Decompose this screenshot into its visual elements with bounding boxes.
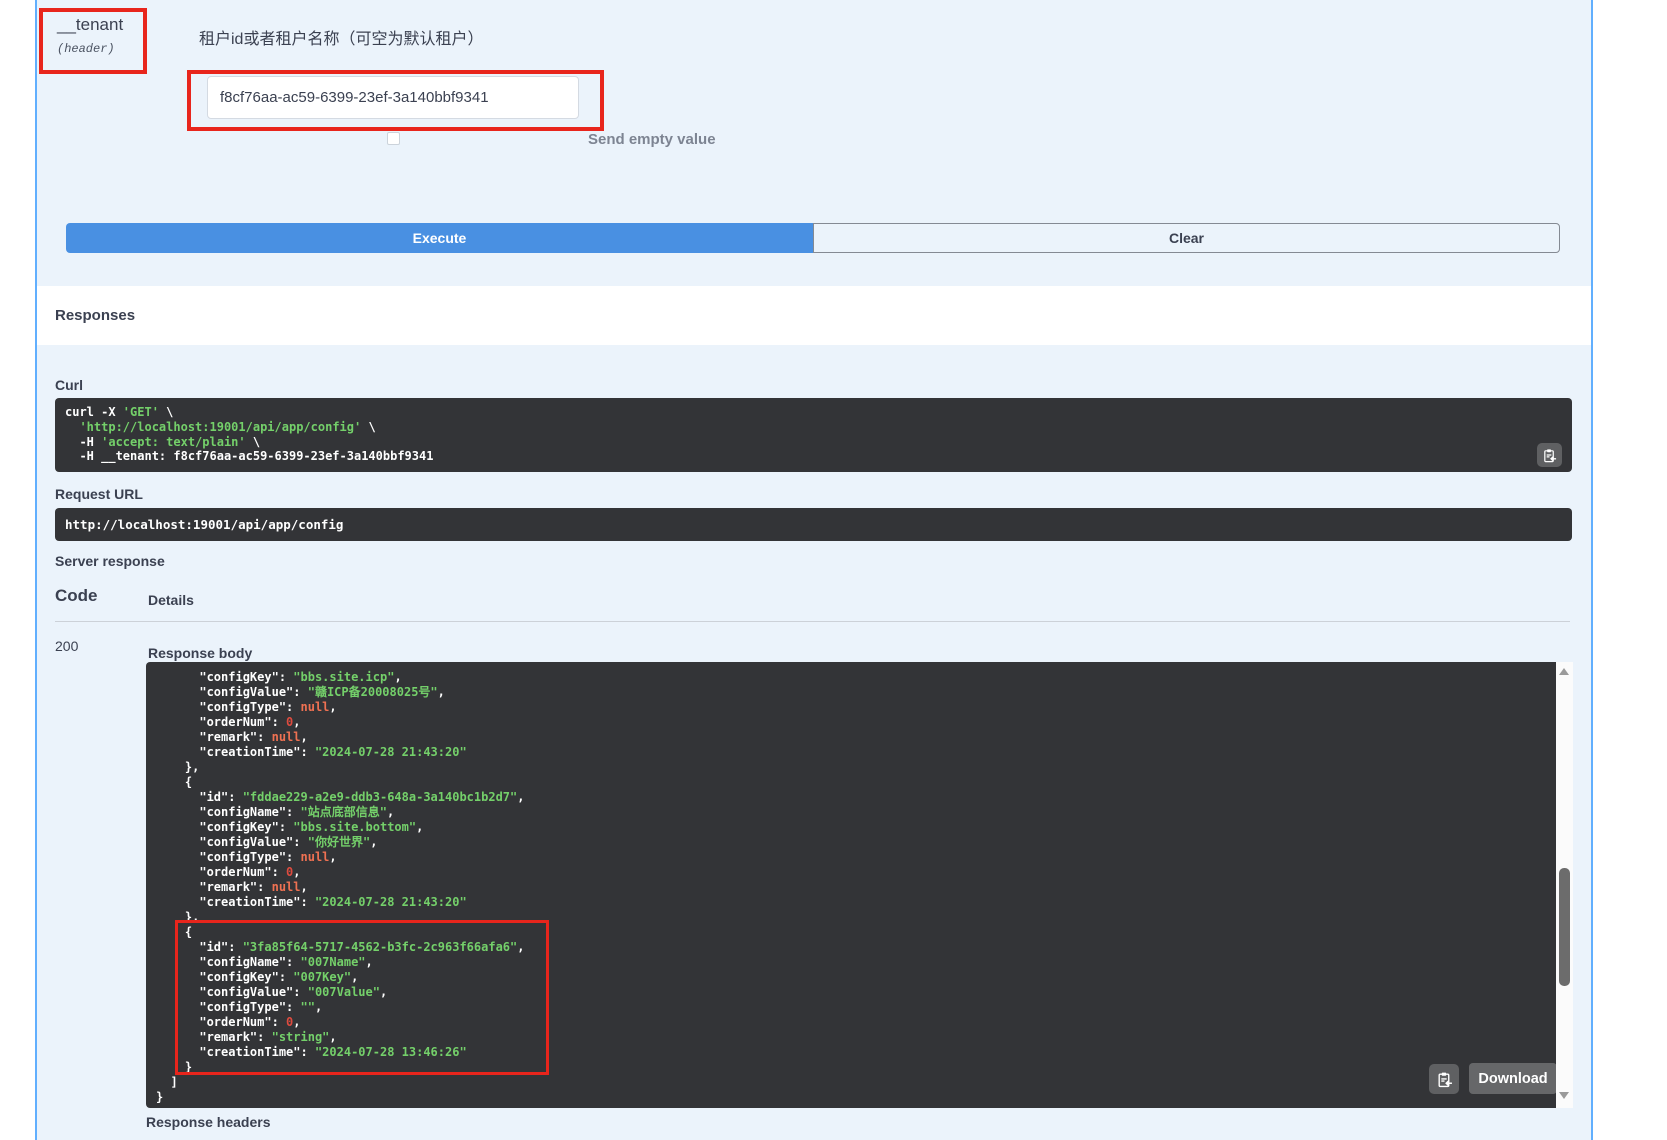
- response-body-block[interactable]: "configKey": "bbs.site.icp", "configValu…: [146, 662, 1556, 1108]
- curl-copy-button[interactable]: [1537, 443, 1562, 467]
- scrollbar-up-arrow-icon[interactable]: [1559, 668, 1569, 675]
- execute-button[interactable]: Execute: [66, 223, 813, 253]
- request-url-value: http://localhost:19001/api/app/config: [65, 517, 343, 532]
- code-column-header: Code: [55, 586, 98, 606]
- send-empty-value-label: Send empty value: [588, 131, 716, 148]
- parameter-description: 租户id或者租户名称（可空为默认租户）: [199, 25, 483, 49]
- response-body-code: "configKey": "bbs.site.icp", "configValu…: [156, 670, 1556, 1105]
- curl-command-block: curl -X 'GET' \ 'http://localhost:19001/…: [55, 398, 1572, 472]
- response-copy-button[interactable]: [1429, 1064, 1459, 1094]
- send-empty-value-checkbox[interactable]: [387, 132, 400, 145]
- status-code: 200: [55, 638, 78, 654]
- tenant-value-input[interactable]: [207, 76, 579, 119]
- responses-section-header: Responses: [37, 286, 1591, 345]
- responses-title: Responses: [55, 307, 135, 324]
- curl-code: curl -X 'GET' \ 'http://localhost:19001/…: [65, 405, 1562, 464]
- clipboard-copy-icon: [1542, 448, 1557, 463]
- response-body-label: Response body: [148, 645, 252, 661]
- clipboard-copy-icon: [1436, 1071, 1453, 1088]
- scrollbar-thumb[interactable]: [1559, 868, 1570, 986]
- server-response-label: Server response: [55, 553, 165, 569]
- request-url-block: http://localhost:19001/api/app/config: [55, 508, 1572, 541]
- swagger-operation-page: __tenant (header) 租户id或者租户名称（可空为默认租户） Se…: [0, 0, 1667, 1140]
- opblock-left-border: [35, 0, 37, 1140]
- response-headers-label: Response headers: [146, 1114, 271, 1130]
- request-url-label: Request URL: [55, 486, 143, 502]
- details-column-header: Details: [148, 592, 194, 608]
- curl-label: Curl: [55, 377, 83, 393]
- clear-button[interactable]: Clear: [813, 223, 1560, 253]
- download-button[interactable]: Download: [1469, 1063, 1557, 1094]
- table-header-divider: [55, 621, 1570, 622]
- scrollbar-down-arrow-icon[interactable]: [1559, 1092, 1569, 1099]
- opblock-right-border: [1591, 0, 1593, 1140]
